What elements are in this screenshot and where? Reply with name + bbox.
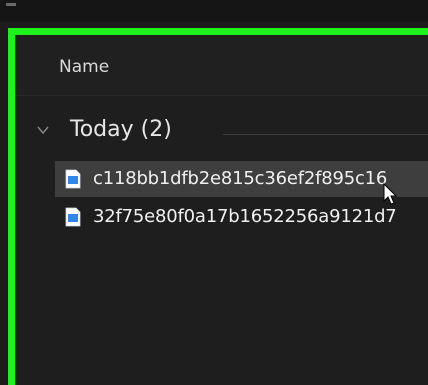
- group-divider: [223, 134, 428, 135]
- window-top-strip: [0, 0, 428, 22]
- file-name: 32f75e80f0a17b1652256a9121d7: [93, 206, 397, 227]
- file-explorer-screen: Name Today (2) c118bb1dfb2e815c36ef2f895…: [0, 0, 428, 385]
- document-icon: [65, 207, 81, 227]
- chevron-down-icon[interactable]: [37, 124, 49, 136]
- file-row[interactable]: 32f75e80f0a17b1652256a9121d7: [55, 199, 428, 235]
- group-label: Today (2): [70, 117, 172, 142]
- document-icon: [65, 169, 81, 189]
- mouse-cursor-icon: [383, 183, 397, 205]
- file-row[interactable]: c118bb1dfb2e815c36ef2f895c16: [55, 161, 428, 197]
- highlight-frame: Name Today (2) c118bb1dfb2e815c36ef2f895…: [8, 28, 428, 385]
- window-edge-mark: [6, 3, 16, 6]
- column-header: Name: [15, 35, 428, 96]
- name-column-header[interactable]: Name: [59, 57, 109, 77]
- group-header-today[interactable]: Today (2): [33, 115, 428, 151]
- file-name: c118bb1dfb2e815c36ef2f895c16: [93, 168, 388, 189]
